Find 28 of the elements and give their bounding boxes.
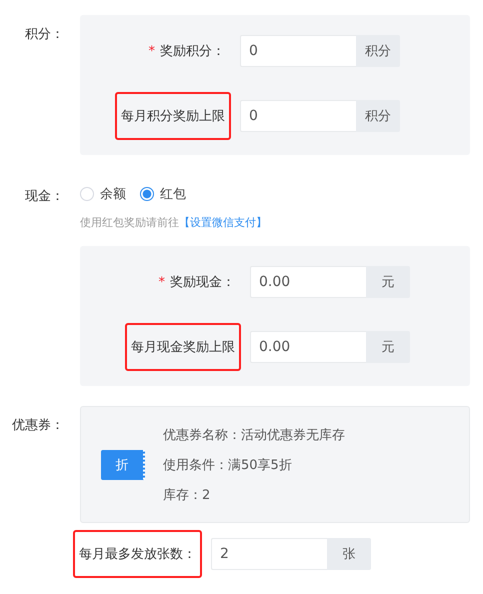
field-label: 奖励积分： (160, 43, 225, 60)
input-field[interactable]: 0.00 (250, 266, 366, 298)
section-label: 现金： (24, 188, 64, 205)
field-label: 每月积分奖励上限 (115, 92, 231, 140)
input-field[interactable]: 0 (240, 100, 356, 132)
section-label: 积分： (24, 26, 64, 43)
field-label: 每月现金奖励上限 (125, 323, 241, 371)
coupon-badge: 折 (101, 450, 145, 480)
required-mark: * (148, 44, 155, 58)
field-label: 奖励现金： (170, 274, 235, 291)
coupon-info: 库存：2 (163, 486, 212, 504)
radio-icon[interactable] (140, 187, 154, 201)
coupon-info: 优惠券名称：活动优惠券无库存 (163, 426, 345, 444)
input-field[interactable]: 0.00 (250, 331, 366, 363)
unit-addon: 张 (327, 538, 371, 570)
coupon-info: 使用条件：满50享5折 (163, 456, 293, 474)
input-field[interactable]: 2 (211, 538, 327, 570)
radio-option[interactable]: 余额 (80, 185, 126, 203)
unit-addon: 积分 (356, 35, 400, 67)
unit-addon: 积分 (356, 100, 400, 132)
section-label: 优惠券： (11, 417, 64, 434)
radio-option[interactable]: 红包 (140, 185, 186, 203)
hint-text: 使用红包奖励请前往【设置微信支付】 (80, 215, 268, 230)
required-mark: * (158, 274, 165, 290)
unit-addon: 元 (366, 266, 410, 298)
unit-addon: 元 (366, 331, 410, 363)
input-field[interactable]: 0 (240, 35, 356, 67)
field-label: 每月最多发放张数： (73, 530, 202, 578)
